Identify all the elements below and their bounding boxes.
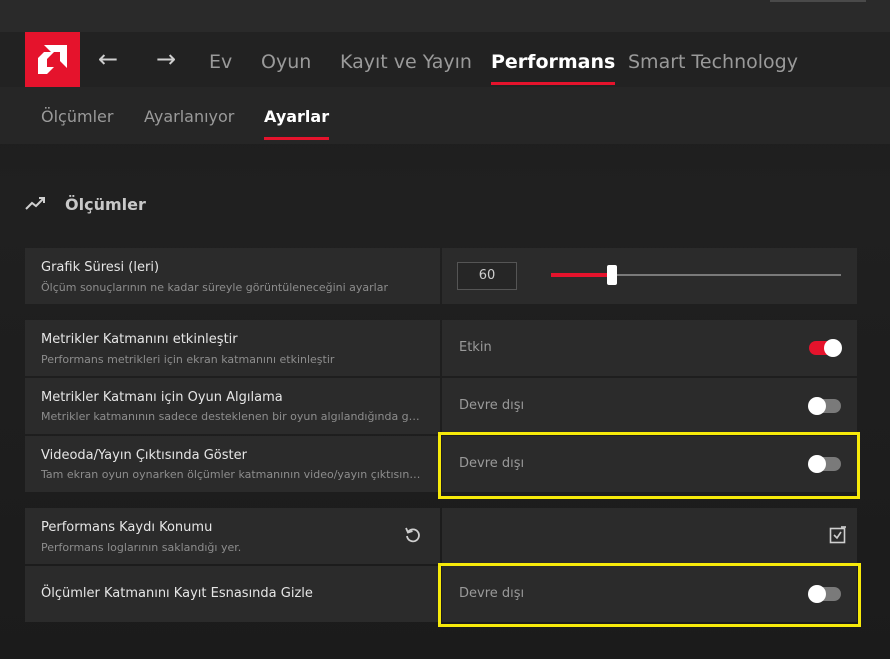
setting-title: Ölçümler Katmanını Kayıt Esnasında Gizle xyxy=(41,586,313,601)
enable-overlay-toggle[interactable] xyxy=(809,339,842,357)
setting-row-show-in-video: Videoda/Yayın Çıktısında Göster Tam ekra… xyxy=(25,436,857,492)
back-arrow-icon[interactable]: ← xyxy=(94,45,122,73)
setting-control-cell xyxy=(442,508,857,564)
tab-ev[interactable]: Ev xyxy=(209,32,232,87)
setting-title: Videoda/Yayın Çıktısında Göster xyxy=(41,448,247,463)
setting-control-cell: Devre dışı xyxy=(442,436,857,492)
slider-fill xyxy=(551,273,612,277)
sub-nav: Ölçümler Ayarlanıyor Ayarlar xyxy=(0,87,890,144)
setting-description: Ölçüm sonuçlarının ne kadar süreyle görü… xyxy=(41,281,388,294)
setting-row-enable-overlay: Metrikler Katmanını etkinleştir Performa… xyxy=(25,320,857,376)
title-bar-mark xyxy=(770,0,866,2)
setting-label-cell: Grafik Süresi (leri) Ölçüm sonuçlarının … xyxy=(25,248,440,304)
amd-logo[interactable] xyxy=(25,32,80,87)
tab-kayit-ve-yayin[interactable]: Kayıt ve Yayın xyxy=(340,32,472,87)
setting-title: Grafik Süresi (leri) xyxy=(41,260,160,275)
setting-control-cell: Devre dışı xyxy=(442,566,857,622)
tab-oyun[interactable]: Oyun xyxy=(261,32,311,87)
setting-state-label: Devre dışı xyxy=(459,586,525,601)
setting-row-hide-while-recording: Ölçümler Katmanını Kayıt Esnasında Gizle… xyxy=(25,566,857,622)
setting-description: Performans metrikleri için ekran katmanı… xyxy=(41,353,335,366)
show-in-video-toggle[interactable] xyxy=(808,455,841,473)
tab-smart-technology[interactable]: Smart Technology xyxy=(628,32,798,87)
title-bar xyxy=(0,0,890,32)
setting-row-log-location: Performans Kaydı Konumu Performans logla… xyxy=(25,508,857,564)
graph-duration-input[interactable]: 60 xyxy=(457,262,517,290)
setting-state-label: Devre dışı xyxy=(459,456,525,471)
setting-description: Performans loglarının saklandığı yer. xyxy=(41,541,242,554)
setting-title: Performans Kaydı Konumu xyxy=(41,520,213,535)
setting-label-cell: Ölçümler Katmanını Kayıt Esnasında Gizle xyxy=(25,566,440,622)
setting-label-cell: Performans Kaydı Konumu Performans logla… xyxy=(25,508,440,564)
setting-state-label: Devre dışı xyxy=(459,398,525,413)
tab-performans[interactable]: Performans xyxy=(491,32,616,87)
setting-description: Tam ekran oyun oynarken ölçümler katmanı… xyxy=(41,468,426,481)
subtab-ayarlaniyor[interactable]: Ayarlanıyor xyxy=(144,87,234,144)
app-window: ← → Ev Oyun Kayıt ve Yayın Performans Sm… xyxy=(0,0,890,659)
subtab-olcumler[interactable]: Ölçümler xyxy=(41,87,113,144)
setting-title: Metrikler Katmanı için Oyun Algılama xyxy=(41,390,283,405)
slider-thumb[interactable] xyxy=(606,265,617,285)
reset-icon[interactable] xyxy=(404,526,422,544)
section-title: Ölçümler xyxy=(65,195,146,214)
setting-label-cell: Metrikler Katmanını etkinleştir Performa… xyxy=(25,320,440,376)
setting-control-cell: Devre dışı xyxy=(442,378,857,434)
setting-state-label: Etkin xyxy=(459,340,492,355)
toggle-knob xyxy=(808,585,826,603)
browse-folder-icon[interactable] xyxy=(829,526,847,544)
setting-control-cell: Etkin xyxy=(442,320,857,376)
game-detect-toggle[interactable] xyxy=(808,397,841,415)
setting-label-cell: Videoda/Yayın Çıktısında Göster Tam ekra… xyxy=(25,436,440,492)
hide-while-recording-toggle[interactable] xyxy=(808,585,841,603)
toggle-knob xyxy=(808,397,826,415)
amd-logo-icon xyxy=(38,45,67,74)
graph-duration-slider[interactable] xyxy=(551,265,841,285)
subtab-ayarlar[interactable]: Ayarlar xyxy=(264,87,330,144)
main-nav: ← → Ev Oyun Kayıt ve Yayın Performans Sm… xyxy=(0,32,890,87)
setting-row-graph-duration: Grafik Süresi (leri) Ölçüm sonuçlarının … xyxy=(25,248,857,304)
toggle-knob xyxy=(824,339,842,357)
setting-row-game-detect: Metrikler Katmanı için Oyun Algılama Met… xyxy=(25,378,857,434)
setting-title: Metrikler Katmanını etkinleştir xyxy=(41,332,238,347)
forward-arrow-icon[interactable]: → xyxy=(152,45,180,73)
setting-description: Metrikler katmanının sadece desteklenen … xyxy=(41,410,426,423)
toggle-knob xyxy=(808,455,826,473)
trending-up-icon xyxy=(25,197,45,210)
setting-control-cell: 60 xyxy=(442,248,857,304)
setting-label-cell: Metrikler Katmanı için Oyun Algılama Met… xyxy=(25,378,440,434)
